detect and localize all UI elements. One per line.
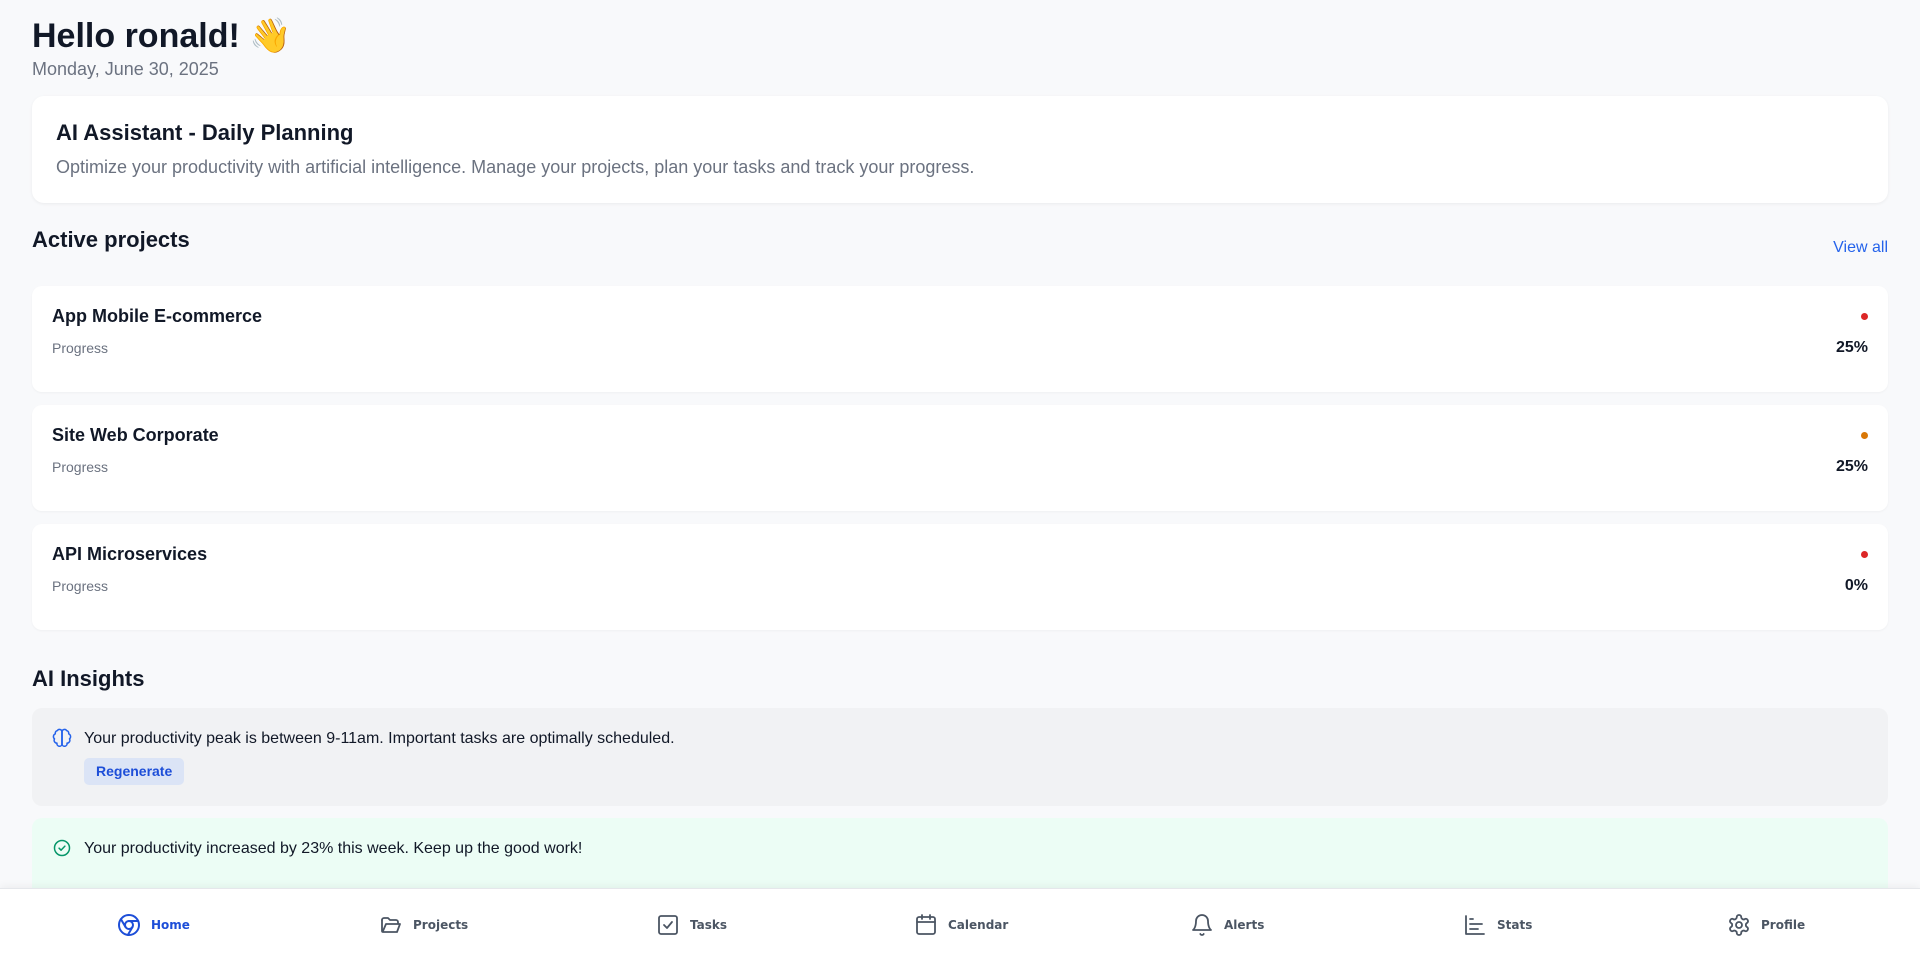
project-name: Site Web Corporate: [52, 425, 219, 445]
assistant-description: Optimize your productivity with artifici…: [56, 157, 975, 177]
nav-label: Tasks: [690, 918, 728, 932]
home-icon: [118, 914, 140, 936]
insight-card: Your productivity peak is between 9-11am…: [32, 708, 1888, 806]
nav-label: Stats: [1497, 918, 1533, 932]
project-card[interactable]: API Microservices Progress 0%: [32, 524, 1888, 630]
current-date: Monday, June 30, 2025: [32, 59, 219, 79]
nav-item-stats[interactable]: Stats: [1463, 913, 1532, 937]
project-status-dot: [1861, 313, 1868, 320]
project-progress-value: 0%: [1844, 577, 1868, 594]
bell-icon: [1192, 914, 1212, 936]
nav-item-home[interactable]: Home: [117, 913, 190, 937]
folder-icon: [381, 917, 401, 933]
nav-item-alerts[interactable]: Alerts: [1190, 913, 1264, 937]
project-name: API Microservices: [52, 544, 208, 564]
insight-text: Your productivity peak is between 9-11am…: [84, 730, 675, 747]
insight-card: Your productivity increased by 23% this …: [32, 818, 1888, 898]
nav-label: Calendar: [948, 918, 1009, 932]
nav-item-calendar[interactable]: Calendar: [914, 913, 1008, 937]
project-card[interactable]: App Mobile E-commerce Progress 25%: [32, 286, 1888, 392]
regenerate-button[interactable]: Regenerate: [84, 758, 185, 785]
nav-label: Projects: [413, 918, 469, 932]
nav-label: Profile: [1761, 918, 1806, 932]
project-status-dot: [1861, 432, 1868, 439]
nav-label: Alerts: [1224, 918, 1265, 932]
calendar-icon: [916, 914, 936, 935]
brain-icon: [52, 728, 72, 747]
view-all-projects-link[interactable]: View all: [1833, 238, 1888, 258]
check-circle-icon: [53, 839, 71, 857]
bar-chart-icon: [1465, 915, 1485, 935]
project-progress-value: 25%: [1835, 458, 1868, 475]
page-greeting: Hello ronald! 👋: [32, 17, 292, 55]
task-check-icon: [658, 915, 678, 935]
project-status-dot: [1861, 551, 1868, 558]
nav-item-profile[interactable]: Profile: [1727, 913, 1805, 937]
project-progress-value: 25%: [1835, 339, 1868, 356]
project-card[interactable]: Site Web Corporate Progress 25%: [32, 405, 1888, 511]
projects-section-title: Active projects: [32, 227, 190, 252]
project-name: App Mobile E-commerce: [52, 306, 263, 326]
project-progress-label: Progress: [52, 340, 109, 356]
nav-item-projects[interactable]: Projects: [379, 913, 468, 937]
project-progress-label: Progress: [52, 578, 109, 594]
insight-text: Your productivity increased by 23% this …: [84, 840, 583, 857]
assistant-title: AI Assistant - Daily Planning: [56, 120, 354, 145]
insights-section-title: AI Insights: [32, 666, 145, 691]
bottom-navigation: Home Projects Tasks Calendar Alerts Stat…: [0, 888, 1920, 956]
gear-icon: [1729, 914, 1749, 936]
nav-item-tasks[interactable]: Tasks: [656, 913, 727, 937]
assistant-card: AI Assistant - Daily Planning Optimize y…: [32, 96, 1888, 203]
project-progress-label: Progress: [52, 459, 109, 475]
nav-label: Home: [151, 918, 190, 932]
